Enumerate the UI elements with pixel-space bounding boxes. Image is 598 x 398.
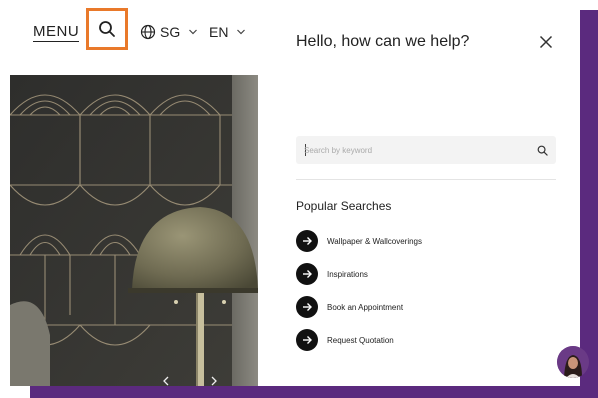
hero-image <box>10 75 258 386</box>
popular-search-request-quotation[interactable]: Request Quotation <box>296 329 394 351</box>
chevron-down-icon <box>189 29 198 35</box>
popular-search-inspirations[interactable]: Inspirations <box>296 263 368 285</box>
keyword-search-box <box>296 136 556 164</box>
arrow-right-icon <box>296 296 318 318</box>
popular-searches-heading: Popular Searches <box>296 199 392 213</box>
frame-border-bottom <box>30 386 598 398</box>
search-submit-button[interactable] <box>534 142 550 158</box>
popular-search-label: Book an Appointment <box>327 302 404 312</box>
close-icon <box>539 35 553 49</box>
search-icon <box>537 145 548 156</box>
help-panel: Hello, how can we help? Popular Searches… <box>258 0 580 386</box>
popular-search-book-appointment[interactable]: Book an Appointment <box>296 296 403 318</box>
keyword-search-input[interactable] <box>304 141 524 159</box>
wallpaper-lamp-image <box>10 75 258 386</box>
popular-search-label: Request Quotation <box>327 335 394 345</box>
popular-search-label: Inspirations <box>327 269 368 279</box>
close-button[interactable] <box>538 34 554 50</box>
search-icon <box>99 21 115 37</box>
chevron-down-icon <box>237 29 246 35</box>
arrow-right-icon <box>296 230 318 252</box>
language-selector[interactable]: EN <box>209 24 246 40</box>
chat-avatar-icon <box>557 346 589 378</box>
arrow-right-icon <box>296 263 318 285</box>
frame-border-right <box>580 10 598 398</box>
region-selector[interactable]: SG <box>140 24 198 40</box>
popular-search-label: Wallpaper & Wallcoverings <box>327 236 422 246</box>
panel-title: Hello, how can we help? <box>296 33 470 50</box>
search-button[interactable] <box>86 8 128 50</box>
popular-search-wallpaper[interactable]: Wallpaper & Wallcoverings <box>296 230 422 252</box>
arrow-right-icon <box>296 329 318 351</box>
divider <box>296 179 556 180</box>
language-label: EN <box>209 24 229 40</box>
region-label: SG <box>160 24 181 40</box>
chat-avatar-button[interactable] <box>557 346 589 378</box>
menu-link[interactable]: MENU <box>33 24 80 42</box>
globe-icon <box>140 24 156 40</box>
